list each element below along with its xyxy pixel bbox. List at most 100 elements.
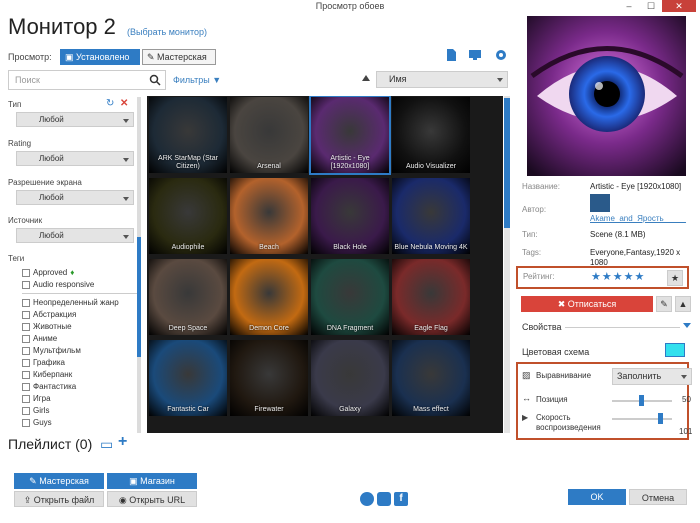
checkbox-tag[interactable]: Guys: [22, 418, 52, 427]
clear-icon[interactable]: ✕: [120, 98, 128, 109]
source-select[interactable]: Любой: [16, 228, 134, 243]
close-button[interactable]: ✕: [662, 0, 696, 12]
upload-icon: ⇪: [23, 495, 34, 505]
chevron-down-icon: [123, 158, 129, 162]
wrench-icon: ✎: [147, 52, 158, 62]
wallpaper-tile[interactable]: Demon Core: [230, 259, 308, 335]
twitter-icon[interactable]: [377, 492, 391, 506]
ok-button[interactable]: OK: [568, 489, 626, 505]
type-select[interactable]: Любой: [16, 112, 134, 127]
wallpaper-tile[interactable]: Galaxy: [311, 340, 389, 416]
unsubscribe-button[interactable]: ✖ Отписаться: [521, 296, 653, 312]
wallpaper-tile[interactable]: Arsenal: [230, 97, 308, 173]
wallpaper-tile[interactable]: Mass effect: [392, 340, 470, 416]
add-icon[interactable]: +: [118, 433, 127, 451]
wallpaper-tile[interactable]: ARK StarMap (Star Citizen): [149, 97, 227, 173]
wallpaper-tile[interactable]: Audio Visualizer: [392, 97, 470, 173]
shop-button[interactable]: ▣ Магазин: [107, 473, 197, 489]
search-placeholder: Поиск: [15, 75, 40, 85]
wallpaper-tile-caption: Audio Visualizer: [405, 163, 457, 170]
checkbox-tag[interactable]: Киберпанк: [22, 370, 72, 379]
wallpaper-tile-caption: Galaxy: [339, 406, 361, 413]
scrollbar-thumb[interactable]: [137, 237, 141, 357]
tags-label: Теги: [8, 254, 25, 263]
refresh-icon[interactable]: ↻: [106, 98, 114, 109]
author-avatar[interactable]: [590, 194, 610, 212]
report-button[interactable]: ▲: [675, 296, 691, 312]
monitor-icon[interactable]: [468, 48, 482, 62]
search-icon[interactable]: [149, 74, 161, 86]
select-monitor-link[interactable]: (Выбрать монитор): [127, 27, 207, 37]
wallpaper-tile[interactable]: DNA Fragment: [311, 259, 389, 335]
wallpaper-tile[interactable]: Artistic - Eye [1920x1080]: [309, 96, 391, 175]
search-input[interactable]: Поиск: [8, 70, 166, 90]
checkbox-tag[interactable]: Животные: [22, 322, 72, 331]
wallpaper-tile[interactable]: Beach: [230, 178, 308, 254]
checkbox-tag[interactable]: Абстракция: [22, 310, 76, 319]
color-scheme-swatch[interactable]: [665, 343, 685, 357]
tab-workshop[interactable]: ✎ Мастерская: [142, 49, 216, 65]
rating-stars[interactable]: ★★★★★: [591, 270, 645, 283]
resolution-select[interactable]: Любой: [16, 190, 134, 205]
checkbox-tag[interactable]: Мультфильм: [22, 346, 81, 355]
speed-value: 101: [679, 427, 693, 436]
filters-link[interactable]: Фильтры ▼: [173, 75, 221, 85]
cancel-button[interactable]: Отмена: [629, 489, 687, 505]
playlist-title: Плейлист (0): [8, 436, 93, 452]
rating-label: Rating: [8, 139, 32, 148]
file-icon[interactable]: [444, 48, 458, 62]
source-label: Источник: [8, 216, 43, 225]
wallpaper-tile[interactable]: Firewater: [230, 340, 308, 416]
window-titlebar: Просмотр обоев: [0, 0, 700, 14]
steam-icon[interactable]: [360, 492, 374, 506]
expand-properties-icon[interactable]: [683, 323, 691, 328]
wallpaper-tile[interactable]: Eagle Flag: [392, 259, 470, 335]
checkbox-tag[interactable]: Аниме: [22, 334, 57, 343]
slider-handle[interactable]: [639, 395, 644, 406]
wallpaper-tile-caption: Deep Space: [168, 325, 208, 332]
checkbox-tag[interactable]: Графика: [22, 358, 65, 367]
speed-slider[interactable]: [612, 413, 672, 424]
checkbox-tag[interactable]: Неопределенный жанр: [22, 298, 119, 307]
position-slider[interactable]: [612, 395, 672, 406]
folder-open-icon[interactable]: ▭: [100, 436, 113, 453]
sidebar-scrollbar[interactable]: [137, 97, 141, 433]
slider-handle[interactable]: [658, 413, 663, 424]
wallpaper-tile[interactable]: Audiophile: [149, 178, 227, 254]
gear-icon[interactable]: [494, 48, 508, 62]
workshop-button[interactable]: ✎ Мастерская: [14, 473, 104, 489]
rating-label: Рейтинг:: [523, 272, 555, 281]
open-file-button[interactable]: ⇪ Открыть файл: [14, 491, 104, 507]
close-icon: ✖: [557, 299, 568, 309]
sort-select[interactable]: Имя: [376, 71, 508, 88]
wallpaper-tile[interactable]: Deep Space: [149, 259, 227, 335]
wallpaper-tile-caption: DNA Fragment: [326, 325, 374, 332]
facebook-icon[interactable]: f: [394, 492, 408, 506]
author-link[interactable]: Akame_and_Ярость_____: [590, 214, 686, 223]
window-title: Просмотр обоев: [315, 1, 385, 11]
wallpaper-tile-caption: Audiophile: [171, 244, 205, 251]
alignment-select[interactable]: Заполнить: [612, 368, 692, 385]
checkbox-tag[interactable]: Girls: [22, 406, 49, 415]
tab-installed[interactable]: ▣ Установлено: [60, 49, 140, 65]
rating-select[interactable]: Любой: [16, 151, 134, 166]
minimize-button[interactable]: –: [618, 0, 640, 12]
scrollbar-thumb[interactable]: [504, 98, 510, 228]
open-url-button[interactable]: ◉ Открыть URL: [107, 491, 197, 507]
checkbox-tag[interactable]: Игра: [22, 394, 51, 403]
edit-button[interactable]: ✎: [656, 296, 672, 312]
wallpaper-tile[interactable]: Fantastic Car: [149, 340, 227, 416]
grid-scrollbar[interactable]: [504, 96, 510, 433]
sort-direction-icon[interactable]: [362, 75, 370, 81]
wallpaper-grid: ARK StarMap (Star Citizen) Arsenal Artisti…: [147, 96, 503, 433]
wallpaper-tile[interactable]: Black Hole: [311, 178, 389, 254]
checkbox-approved[interactable]: Approved ♦: [22, 268, 74, 277]
checkbox-audio-responsive[interactable]: Audio responsive: [22, 280, 94, 289]
play-icon: ▶: [522, 413, 529, 422]
checkbox-tag[interactable]: Фантастика: [22, 382, 76, 391]
wallpaper-tile[interactable]: Blue Nebula Moving 4K: [392, 178, 470, 254]
maximize-button[interactable]: ☐: [640, 0, 662, 12]
filter-sidebar: Тип ↻ ✕ Любой Rating Любой Разрешение эк…: [8, 97, 142, 433]
favorite-star-button[interactable]: ★: [667, 270, 683, 286]
star-icon: ★: [670, 273, 680, 283]
